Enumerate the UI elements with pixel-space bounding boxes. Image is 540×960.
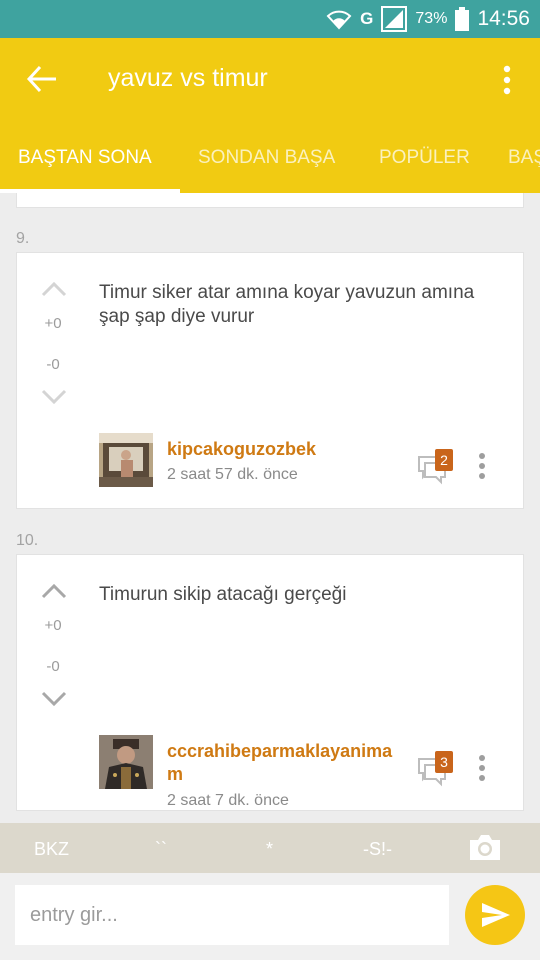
- backtick-button[interactable]: ``: [155, 839, 167, 860]
- entry-text: Timur siker atar amına koyar yavuzun amı…: [99, 282, 475, 327]
- comment-count-badge: 2: [435, 449, 453, 471]
- entry-text: Timurun sikip atacağı gerçeği: [99, 584, 347, 605]
- tab-bastan-sona[interactable]: BAŞTAN SONA: [18, 147, 152, 169]
- upvote-count: +0: [44, 617, 62, 634]
- entry-number: 9.: [16, 230, 30, 247]
- previous-entry-card: [16, 193, 524, 208]
- downvote-count: -0: [46, 658, 60, 675]
- formatting-shortcut-bar: BKZ `` * -S!-: [0, 823, 540, 873]
- battery-percent: 73%: [415, 10, 448, 27]
- author-name[interactable]: cccrahibeparmaklayanimam: [167, 740, 407, 786]
- avatar[interactable]: [99, 735, 153, 789]
- status-bar-right: G 73% 14:56: [326, 0, 530, 38]
- comments-button[interactable]: 2: [417, 449, 457, 485]
- entry-more-icon[interactable]: [475, 451, 489, 481]
- send-icon: [482, 903, 510, 927]
- page-title: yavuz vs timur: [108, 64, 268, 92]
- entry-input[interactable]: [15, 885, 449, 945]
- avatar[interactable]: [99, 433, 153, 487]
- entry-more-icon[interactable]: [475, 753, 489, 783]
- comments-button[interactable]: 3: [417, 751, 457, 787]
- signal-icon: [381, 6, 408, 32]
- entry-list[interactable]: 9. +0 -0 Timur siker atar amına koyar ya…: [0, 193, 540, 823]
- downvote-count: -0: [46, 356, 60, 373]
- downvote-icon[interactable]: [41, 389, 67, 405]
- entry-card: +0 -0 Timurun sikip atacağı gerçeği cccr…: [16, 554, 524, 811]
- tab-bar: BAŞTAN SONA SONDAN BAŞA POPÜLER BAŞ: [0, 120, 540, 193]
- spoiler-button[interactable]: -S!-: [363, 839, 392, 860]
- upvote-count: +0: [44, 315, 62, 332]
- tab-more[interactable]: BAŞ: [508, 147, 540, 169]
- upvote-icon[interactable]: [41, 583, 67, 599]
- status-bar: G 73% 14:56: [0, 0, 540, 38]
- entry-timestamp: 2 saat 7 dk. önce: [167, 792, 289, 809]
- camera-icon[interactable]: [468, 832, 502, 862]
- tab-populer[interactable]: POPÜLER: [379, 147, 470, 169]
- author-name[interactable]: kipcakoguzozbek: [167, 438, 407, 461]
- clock: 14:56: [477, 7, 530, 30]
- entry-card: +0 -0 Timur siker atar amına koyar yavuz…: [16, 252, 524, 509]
- asterisk-button[interactable]: *: [266, 839, 273, 860]
- more-vert-icon[interactable]: [500, 64, 514, 96]
- composer-bar: [0, 873, 540, 960]
- entry-number: 10.: [16, 532, 39, 549]
- send-button[interactable]: [465, 885, 525, 945]
- bkz-button[interactable]: BKZ: [34, 839, 69, 860]
- wifi-icon: [326, 10, 352, 30]
- back-arrow-icon[interactable]: [26, 65, 58, 93]
- battery-icon: [455, 7, 470, 31]
- upvote-icon[interactable]: [41, 281, 67, 297]
- entry-timestamp: 2 saat 57 dk. önce: [167, 466, 298, 483]
- comment-count-badge: 3: [435, 751, 453, 773]
- tab-sondan-basa[interactable]: SONDAN BAŞA: [198, 147, 335, 169]
- app-bar: yavuz vs timur: [0, 38, 540, 120]
- downvote-icon[interactable]: [41, 691, 67, 707]
- network-type: G: [360, 9, 374, 28]
